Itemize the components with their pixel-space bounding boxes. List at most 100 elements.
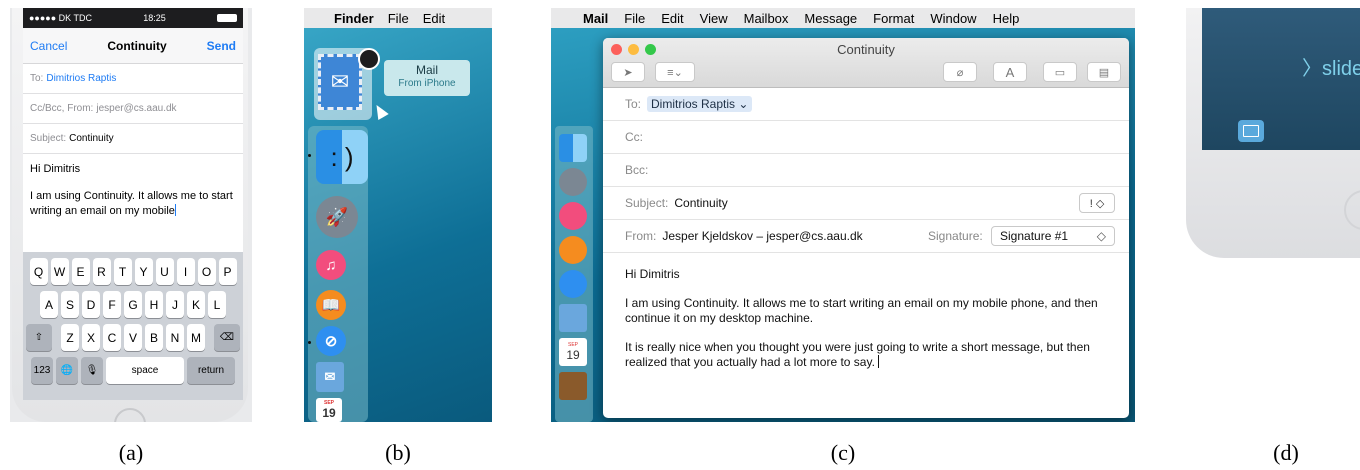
key-x[interactable]: X xyxy=(82,324,100,351)
stationery-button[interactable]: ▤ xyxy=(1087,62,1121,82)
contacts-icon[interactable] xyxy=(559,372,587,400)
shift-key[interactable]: ⇧ xyxy=(26,324,52,351)
itunes-icon[interactable]: ♫ xyxy=(316,250,346,280)
window-title: Continuity xyxy=(837,42,895,57)
send-button[interactable]: ➤ xyxy=(611,62,645,82)
key-b[interactable]: B xyxy=(145,324,163,351)
subject-value[interactable]: Continuity xyxy=(69,133,113,144)
subject-value[interactable]: Continuity xyxy=(674,196,727,210)
key-w[interactable]: W xyxy=(50,258,69,285)
mouse-cursor-icon xyxy=(371,101,389,121)
menu-mailbox[interactable]: Mailbox xyxy=(744,11,789,26)
signature-label: Signature: xyxy=(928,229,983,243)
text-caret xyxy=(174,204,176,216)
attach-button[interactable]: ⌀ xyxy=(943,62,977,82)
key-g[interactable]: G xyxy=(124,291,142,318)
key-a[interactable]: A xyxy=(40,291,58,318)
body-text: I am using Continuity. It allows me to s… xyxy=(30,190,233,217)
subject-field[interactable]: Subject: Continuity xyxy=(23,124,243,154)
cancel-button[interactable]: Cancel xyxy=(30,39,67,53)
mail-handoff-icon[interactable] xyxy=(1238,120,1264,142)
mail-handoff-icon[interactable]: ✉ xyxy=(318,54,362,110)
mic-key[interactable]: 🎙 xyxy=(81,357,103,384)
key-v[interactable]: V xyxy=(124,324,142,351)
to-recipient-token[interactable]: Dimitrios Raptis ⌄ xyxy=(647,96,753,112)
key-l[interactable]: L xyxy=(208,291,226,318)
mail-icon[interactable]: ✉ xyxy=(316,362,344,392)
menu-file[interactable]: File xyxy=(388,11,409,26)
space-key[interactable]: space xyxy=(106,357,184,384)
priority-select[interactable]: ! ◇ xyxy=(1079,193,1115,213)
itunes-icon[interactable] xyxy=(559,202,587,230)
caption-a: (a) xyxy=(118,440,144,465)
key-o[interactable]: O xyxy=(197,258,216,285)
delete-key[interactable]: ⌫ xyxy=(214,324,240,351)
key-n[interactable]: N xyxy=(166,324,184,351)
safari-icon[interactable]: ⊘ xyxy=(316,326,346,356)
menu-file[interactable]: File xyxy=(624,11,645,26)
finder-icon[interactable] xyxy=(559,134,587,162)
key-h[interactable]: H xyxy=(145,291,163,318)
return-key[interactable]: return xyxy=(187,357,235,384)
to-field[interactable]: To: Dimitrios Raptis ⌄ xyxy=(603,88,1129,121)
key-m[interactable]: M xyxy=(187,324,205,351)
to-recipient[interactable]: Dimitrios Raptis xyxy=(46,73,116,84)
photo-browser-button[interactable]: ▭ xyxy=(1043,62,1077,82)
message-body[interactable]: Hi Dimitris I am using Continuity. It al… xyxy=(23,154,243,250)
finder-icon[interactable]: : ) xyxy=(316,130,368,184)
numbers-key[interactable]: 123 xyxy=(31,357,53,384)
menu-format[interactable]: Format xyxy=(873,11,914,26)
subject-field[interactable]: Subject: Continuity ! ◇ xyxy=(603,187,1129,220)
menu-message[interactable]: Message xyxy=(804,11,857,26)
mail-compose-window: Continuity ➤ ≡⌄ ⌀ A ▭ ▤ To: Dimitrios Ra… xyxy=(603,38,1129,418)
menu-edit[interactable]: Edit xyxy=(423,11,445,26)
menu-edit[interactable]: Edit xyxy=(661,11,683,26)
launchpad-icon[interactable] xyxy=(559,168,587,196)
key-u[interactable]: U xyxy=(155,258,174,285)
from-value[interactable]: Jesper Kjeldskov – jesper@cs.aau.dk xyxy=(662,229,862,243)
calendar-icon[interactable]: SEP 19 xyxy=(559,338,587,366)
ccbcc-field[interactable]: Cc/Bcc, From: jesper@cs.aau.dk xyxy=(23,94,243,124)
key-q[interactable]: Q xyxy=(29,258,48,285)
key-d[interactable]: D xyxy=(82,291,100,318)
key-j[interactable]: J xyxy=(166,291,184,318)
mail-icon[interactable] xyxy=(559,304,587,332)
key-y[interactable]: Y xyxy=(134,258,153,285)
key-z[interactable]: Z xyxy=(61,324,79,351)
key-c[interactable]: C xyxy=(103,324,121,351)
menu-window[interactable]: Window xyxy=(930,11,976,26)
launchpad-icon[interactable]: 🚀 xyxy=(316,196,358,238)
lockscreen-panel: 〉slide xyxy=(1186,8,1360,422)
globe-key[interactable]: 🌐 xyxy=(56,357,78,384)
safari-icon[interactable] xyxy=(559,270,587,298)
menu-finder[interactable]: Finder xyxy=(334,11,374,26)
compose-title: Continuity xyxy=(107,38,167,53)
cc-field[interactable]: Cc: xyxy=(603,121,1129,154)
signature-value: Signature #1 xyxy=(1000,229,1069,243)
bcc-field[interactable]: Bcc: xyxy=(603,154,1129,187)
ibooks-icon[interactable] xyxy=(559,236,587,264)
signature-select[interactable]: Signature #1 ◇ xyxy=(991,226,1115,246)
iphone-panel: ●●●●● DK TDC 18:25 Cancel Continuity Sen… xyxy=(10,8,252,422)
send-button[interactable]: Send xyxy=(207,39,236,53)
key-t[interactable]: T xyxy=(113,258,132,285)
key-k[interactable]: K xyxy=(187,291,205,318)
key-e[interactable]: E xyxy=(71,258,90,285)
calendar-icon[interactable]: SEP 19 xyxy=(316,398,342,422)
slide-to-unlock-text[interactable]: 〉slide xyxy=(1302,52,1360,81)
bcc-label: Bcc: xyxy=(625,163,649,177)
format-button[interactable]: A xyxy=(993,62,1027,82)
header-fields-button[interactable]: ≡⌄ xyxy=(655,62,695,82)
key-r[interactable]: R xyxy=(92,258,111,285)
key-f[interactable]: F xyxy=(103,291,121,318)
key-p[interactable]: P xyxy=(218,258,237,285)
menu-view[interactable]: View xyxy=(700,11,728,26)
to-field[interactable]: To: Dimitrios Raptis xyxy=(23,64,243,94)
menu-mail[interactable]: Mail xyxy=(583,11,608,26)
message-body[interactable]: Hi Dimitris I am using Continuity. It al… xyxy=(603,253,1129,398)
menu-help[interactable]: Help xyxy=(993,11,1020,26)
key-i[interactable]: I xyxy=(176,258,195,285)
key-s[interactable]: S xyxy=(61,291,79,318)
greeting-text: Hi Dimitris xyxy=(30,163,81,175)
ibooks-icon[interactable]: 📖 xyxy=(316,290,346,320)
